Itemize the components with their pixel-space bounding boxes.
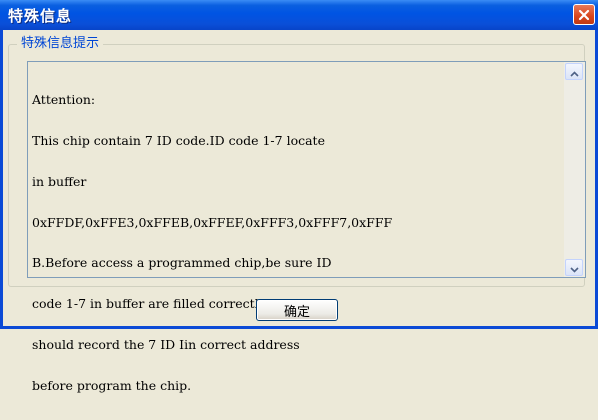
message-line: B.Before access a programmed chip,be sur… bbox=[32, 255, 332, 271]
chevron-up-icon bbox=[569, 62, 579, 81]
vertical-scrollbar[interactable] bbox=[564, 62, 585, 277]
scroll-down-button[interactable] bbox=[565, 259, 583, 276]
title-bar[interactable]: 特殊信息 bbox=[0, 0, 598, 30]
close-icon bbox=[578, 9, 590, 21]
message-line: before program the chip. bbox=[32, 377, 192, 393]
ok-button[interactable]: 确定 bbox=[256, 299, 338, 321]
message-line: in buffer bbox=[32, 173, 87, 189]
groupbox-legend: 特殊信息提示 bbox=[17, 36, 104, 52]
window-title: 特殊信息 bbox=[8, 7, 73, 25]
message-line: 0xFFDF,0xFFE3,0xFFEB,0xFFEF,0xFFF3,0xFFF… bbox=[32, 214, 393, 230]
chevron-down-icon bbox=[569, 258, 579, 277]
message-line: Attention: bbox=[32, 92, 96, 108]
message-line: should record the 7 ID Iin correct addre… bbox=[32, 336, 300, 352]
scroll-up-button[interactable] bbox=[565, 63, 583, 80]
message-line: This chip contain 7 ID code.ID code 1-7 … bbox=[32, 132, 325, 148]
close-button[interactable] bbox=[573, 4, 595, 25]
message-text: Attention: This chip contain 7 ID code.I… bbox=[32, 66, 548, 419]
message-textarea[interactable]: Attention: This chip contain 7 ID code.I… bbox=[27, 61, 586, 392]
